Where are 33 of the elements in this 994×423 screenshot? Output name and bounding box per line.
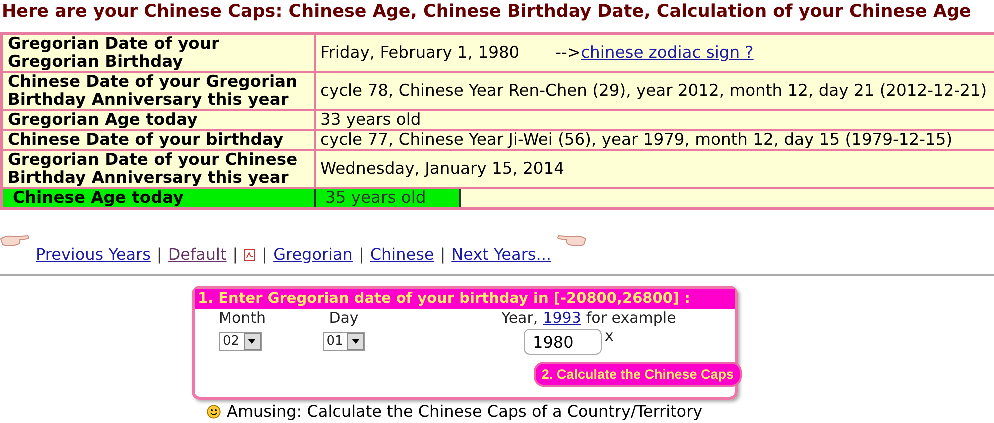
- clear-button[interactable]: x: [605, 329, 614, 343]
- form-heading: 1. Enter Gregorian date of your birthday in [-20800,26800] :: [195, 289, 735, 309]
- separator: |: [358, 245, 364, 264]
- row-label: Chinese Age today: [2, 188, 314, 208]
- nav-link[interactable]: Default: [168, 245, 227, 264]
- separator: |: [440, 245, 446, 264]
- nav-link[interactable]: Gregorian: [274, 245, 353, 264]
- day-label: Day: [329, 309, 359, 327]
- row-value: cycle 78, Chinese Year Ren-Chen (29), year 2012, month 12, day 21 (2012-12-21): [320, 81, 988, 100]
- year-hint: for example: [586, 309, 676, 327]
- year-input[interactable]: 1980: [524, 329, 602, 355]
- nav-link[interactable]: Next Years...: [452, 245, 552, 264]
- nav-link[interactable]: Previous Years: [36, 245, 151, 264]
- dropdown-arrow-icon[interactable]: [352, 339, 360, 344]
- smiley-icon: [207, 404, 221, 418]
- separator: |: [156, 245, 162, 264]
- arrow-text: -->: [556, 43, 582, 62]
- example-year-link[interactable]: 1993: [543, 309, 582, 327]
- month-select[interactable]: 02: [219, 332, 262, 351]
- footer-text: Amusing: Calculate the Chinese Caps of a Country/Territory: [227, 402, 703, 421]
- month-label: Month: [219, 309, 266, 327]
- separator: |: [232, 245, 238, 264]
- day-select[interactable]: 01: [322, 332, 366, 351]
- row-value: Friday, February 1, 1980: [320, 43, 520, 62]
- pdf-icon[interactable]: [244, 249, 256, 261]
- nav-link[interactable]: Chinese: [370, 245, 434, 264]
- row-value: 35 years old: [314, 188, 460, 208]
- year-label: Year,: [502, 309, 538, 327]
- separator: |: [262, 245, 268, 264]
- dropdown-arrow-icon[interactable]: [248, 339, 256, 344]
- zodiac-link[interactable]: chinese zodiac sign ?: [581, 43, 754, 62]
- row-value: Wednesday, January 15, 2014: [320, 159, 565, 178]
- page-title: Here are your Chinese Caps: Chinese Age, Chinese Birthday Date, Calculation of your Chinese Age: [1, 1, 972, 24]
